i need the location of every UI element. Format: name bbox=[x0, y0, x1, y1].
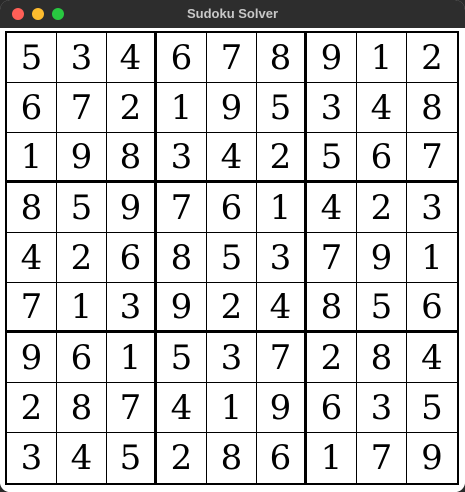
sudoku-cell[interactable]: 7 bbox=[57, 83, 107, 133]
app-window: Sudoku Solver 53467891267219534819834256… bbox=[0, 0, 465, 492]
sudoku-cell[interactable]: 3 bbox=[357, 383, 407, 433]
sudoku-cell[interactable]: 4 bbox=[407, 333, 457, 383]
sudoku-cell[interactable]: 8 bbox=[357, 333, 407, 383]
sudoku-cell[interactable]: 4 bbox=[207, 133, 257, 183]
sudoku-cell[interactable]: 7 bbox=[207, 33, 257, 83]
sudoku-cell[interactable]: 6 bbox=[257, 433, 307, 483]
sudoku-cell[interactable]: 4 bbox=[157, 383, 207, 433]
sudoku-cell[interactable]: 4 bbox=[357, 83, 407, 133]
sudoku-cell[interactable]: 1 bbox=[207, 383, 257, 433]
sudoku-cell[interactable]: 8 bbox=[257, 33, 307, 83]
sudoku-cell[interactable]: 2 bbox=[57, 233, 107, 283]
sudoku-cell[interactable]: 9 bbox=[7, 333, 57, 383]
sudoku-cell[interactable]: 5 bbox=[157, 333, 207, 383]
sudoku-cell[interactable]: 7 bbox=[7, 283, 57, 333]
sudoku-cell[interactable]: 8 bbox=[7, 183, 57, 233]
sudoku-cell[interactable]: 4 bbox=[307, 183, 357, 233]
sudoku-cell[interactable]: 3 bbox=[57, 33, 107, 83]
sudoku-cell[interactable]: 6 bbox=[107, 233, 157, 283]
sudoku-cell[interactable]: 6 bbox=[7, 83, 57, 133]
sudoku-cell[interactable]: 1 bbox=[407, 233, 457, 283]
sudoku-cell[interactable]: 9 bbox=[157, 283, 207, 333]
sudoku-cell[interactable]: 8 bbox=[57, 383, 107, 433]
sudoku-cell[interactable]: 7 bbox=[157, 183, 207, 233]
sudoku-cell[interactable]: 7 bbox=[107, 383, 157, 433]
sudoku-cell[interactable]: 3 bbox=[157, 133, 207, 183]
sudoku-cell[interactable]: 2 bbox=[257, 133, 307, 183]
sudoku-cell[interactable]: 5 bbox=[257, 83, 307, 133]
sudoku-cell[interactable]: 7 bbox=[257, 333, 307, 383]
sudoku-cell[interactable]: 2 bbox=[357, 183, 407, 233]
sudoku-cell[interactable]: 9 bbox=[357, 233, 407, 283]
sudoku-cell[interactable]: 3 bbox=[207, 333, 257, 383]
sudoku-cell[interactable]: 6 bbox=[357, 133, 407, 183]
sudoku-cell[interactable]: 1 bbox=[257, 183, 307, 233]
sudoku-cell[interactable]: 2 bbox=[407, 33, 457, 83]
sudoku-cell[interactable]: 3 bbox=[307, 83, 357, 133]
sudoku-cell[interactable]: 5 bbox=[57, 183, 107, 233]
sudoku-cell[interactable]: 4 bbox=[7, 233, 57, 283]
sudoku-cell[interactable]: 9 bbox=[207, 83, 257, 133]
sudoku-cell[interactable]: 4 bbox=[107, 33, 157, 83]
sudoku-cell[interactable]: 9 bbox=[57, 133, 107, 183]
sudoku-cell[interactable]: 5 bbox=[307, 133, 357, 183]
sudoku-cell[interactable]: 6 bbox=[407, 283, 457, 333]
sudoku-cell[interactable]: 8 bbox=[107, 133, 157, 183]
sudoku-cell[interactable]: 8 bbox=[207, 433, 257, 483]
sudoku-cell[interactable]: 1 bbox=[307, 433, 357, 483]
sudoku-cell[interactable]: 8 bbox=[157, 233, 207, 283]
sudoku-cell[interactable]: 5 bbox=[107, 433, 157, 483]
sudoku-cell[interactable]: 4 bbox=[57, 433, 107, 483]
sudoku-cell[interactable]: 9 bbox=[407, 433, 457, 483]
sudoku-grid: 5346789126721953481983425678597614234268… bbox=[5, 31, 459, 485]
sudoku-cell[interactable]: 5 bbox=[357, 283, 407, 333]
sudoku-cell[interactable]: 8 bbox=[307, 283, 357, 333]
sudoku-cell[interactable]: 6 bbox=[207, 183, 257, 233]
sudoku-cell[interactable]: 7 bbox=[357, 433, 407, 483]
sudoku-cell[interactable]: 6 bbox=[307, 383, 357, 433]
sudoku-cell[interactable]: 2 bbox=[207, 283, 257, 333]
sudoku-cell[interactable]: 3 bbox=[107, 283, 157, 333]
sudoku-cell[interactable]: 3 bbox=[407, 183, 457, 233]
sudoku-cell[interactable]: 1 bbox=[157, 83, 207, 133]
sudoku-cell[interactable]: 5 bbox=[7, 33, 57, 83]
sudoku-cell[interactable]: 2 bbox=[157, 433, 207, 483]
sudoku-cell[interactable]: 2 bbox=[307, 333, 357, 383]
sudoku-cell[interactable]: 2 bbox=[107, 83, 157, 133]
sudoku-cell[interactable]: 9 bbox=[307, 33, 357, 83]
sudoku-cell[interactable]: 7 bbox=[307, 233, 357, 283]
sudoku-cell[interactable]: 7 bbox=[407, 133, 457, 183]
window-title: Sudoku Solver bbox=[186, 6, 279, 21]
sudoku-cell[interactable]: 9 bbox=[107, 183, 157, 233]
title-bar[interactable]: Sudoku Solver bbox=[0, 0, 465, 28]
sudoku-cell[interactable]: 1 bbox=[57, 283, 107, 333]
sudoku-cell[interactable]: 3 bbox=[7, 433, 57, 483]
sudoku-cell[interactable]: 1 bbox=[7, 133, 57, 183]
sudoku-cell[interactable]: 4 bbox=[257, 283, 307, 333]
sudoku-cell[interactable]: 5 bbox=[207, 233, 257, 283]
sudoku-cell[interactable]: 9 bbox=[257, 383, 307, 433]
sudoku-cell[interactable]: 5 bbox=[407, 383, 457, 433]
sudoku-cell[interactable]: 6 bbox=[157, 33, 207, 83]
sudoku-cell[interactable]: 6 bbox=[57, 333, 107, 383]
sudoku-cell[interactable]: 8 bbox=[407, 83, 457, 133]
sudoku-cell[interactable]: 1 bbox=[357, 33, 407, 83]
sudoku-cell[interactable]: 3 bbox=[257, 233, 307, 283]
board-area: 5346789126721953481983425678597614234268… bbox=[0, 28, 465, 492]
sudoku-cell[interactable]: 1 bbox=[107, 333, 157, 383]
sudoku-cell[interactable]: 2 bbox=[7, 383, 57, 433]
